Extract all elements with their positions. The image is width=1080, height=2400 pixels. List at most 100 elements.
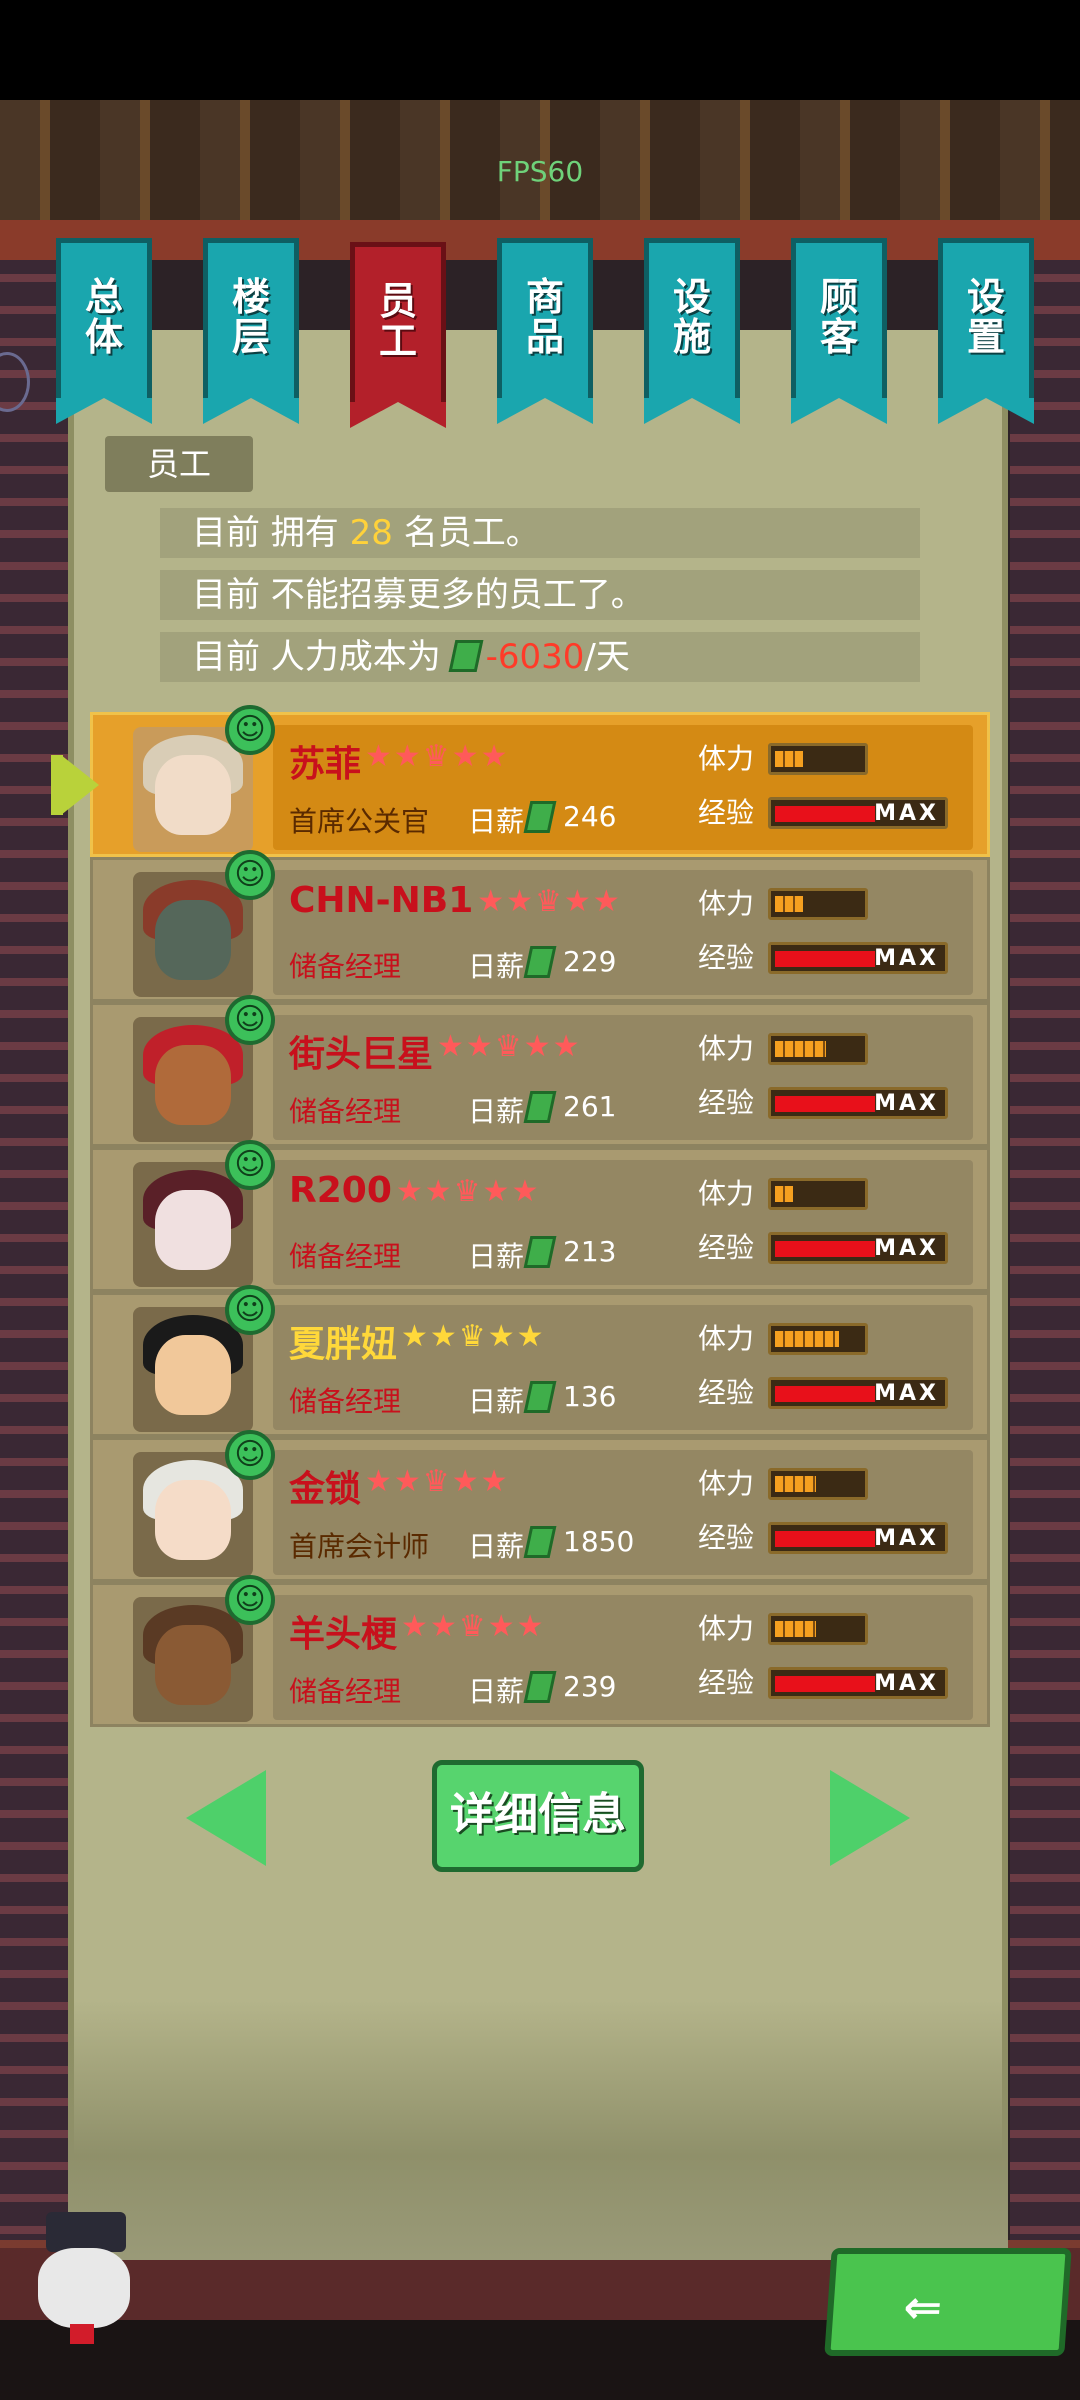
portrait-face (155, 755, 231, 835)
stamina-bar (768, 1178, 868, 1210)
staff-name: 羊头梗 (289, 1614, 398, 1655)
tab-label: 施 (672, 315, 711, 359)
staff-role: 首席公关官 (289, 805, 430, 838)
stamina-fill (775, 896, 803, 912)
stamina-label: 体力 (698, 1612, 755, 1645)
stamina-fill (775, 1041, 826, 1057)
stamina-fill (775, 1476, 816, 1492)
tab-customers[interactable]: 顾 客 (791, 238, 887, 424)
labor-cost-prefix: 目前 人力成本为 (192, 637, 452, 677)
stamina-bar (768, 1033, 868, 1065)
exp-bar: MAX (768, 1232, 948, 1264)
portrait-face (155, 1480, 231, 1560)
wage-value: 239 (563, 1670, 617, 1703)
exp-fill (775, 951, 875, 967)
tab-label: 工 (378, 319, 417, 363)
exp-label: 经验 (698, 1086, 755, 1119)
exp-max-label: MAX (874, 1091, 939, 1116)
tab-settings[interactable]: 设 置 (938, 238, 1034, 424)
mood-smiley-icon: ☺ (225, 1285, 275, 1335)
portrait-face (155, 1335, 231, 1415)
staff-row[interactable]: ☺ CHN-NB1 ★★♛★★ 储备经理 日薪 229 体力 经验 MAX (90, 850, 990, 1002)
mood-smiley-icon: ☺ (225, 1140, 275, 1190)
rank-stars: ★★♛★★ (401, 1609, 546, 1644)
stamina-label: 体力 (698, 1467, 755, 1500)
confirm-icon: ⇐ (901, 2280, 945, 2334)
tab-label: 层 (231, 315, 270, 359)
tab-label: 设 (966, 275, 1005, 319)
mood-smiley-icon: ☺ (225, 995, 275, 1045)
prev-page-button[interactable] (186, 1770, 266, 1866)
exp-label: 经验 (698, 1376, 755, 1409)
labor-cost-value: -6030 (485, 637, 585, 677)
rank-stars: ★★♛★★ (365, 739, 510, 774)
next-page-button[interactable] (830, 1770, 910, 1866)
tab-overview[interactable]: 总 体 (56, 238, 152, 424)
rank-stars: ★★♛★★ (477, 884, 622, 919)
exp-bar: MAX (768, 1377, 948, 1409)
exp-max-label: MAX (874, 1671, 939, 1696)
exp-fill (775, 806, 875, 822)
stamina-bar (768, 1468, 868, 1500)
staff-row[interactable]: ☺ 夏胖妞 ★★♛★★ 储备经理 日薪 136 体力 经验 MAX (90, 1285, 990, 1437)
exp-fill (775, 1676, 875, 1692)
frame-right-pillar (1010, 260, 1080, 2290)
stamina-bar (768, 743, 868, 775)
staff-row[interactable]: ☺ 羊头梗 ★★♛★★ 储备经理 日薪 239 体力 经验 MAX (90, 1575, 990, 1727)
portrait-face (155, 1625, 231, 1705)
staff-role: 首席会计师 (289, 1530, 430, 1563)
exp-bar: MAX (768, 797, 948, 829)
exp-max-label: MAX (874, 1381, 939, 1406)
portrait-face (155, 900, 231, 980)
staff-row[interactable]: ☺ R200 ★★♛★★ 储备经理 日薪 213 体力 经验 MAX (90, 1140, 990, 1292)
tab-label: 体 (84, 315, 123, 359)
stamina-fill (775, 1331, 839, 1347)
section-title: 员工 (105, 436, 253, 492)
mascot-avatar[interactable] (18, 2200, 148, 2360)
frame-left-pillar (0, 260, 70, 2290)
tab-label: 员 (378, 279, 417, 323)
staff-row[interactable]: ☺ 街头巨星 ★★♛★★ 储备经理 日薪 261 体力 经验 MAX (90, 995, 990, 1147)
money-icon (448, 640, 484, 672)
staff-role: 储备经理 (289, 1095, 402, 1128)
exp-label: 经验 (698, 796, 755, 829)
tab-label: 客 (819, 315, 858, 359)
stamina-bar (768, 1613, 868, 1645)
mood-smiley-icon: ☺ (225, 850, 275, 900)
tab-label: 品 (525, 315, 564, 359)
confirm-button[interactable]: ⇐ (824, 2248, 1072, 2356)
stamina-bar (768, 1323, 868, 1355)
portrait-face (155, 1190, 231, 1270)
panel-bottom-fade (68, 2000, 1008, 2260)
mascot-bowtie (70, 2324, 94, 2344)
wage-label: 日薪 (468, 1095, 525, 1128)
tab-staff[interactable]: 员 工 (350, 242, 446, 428)
wage-label: 日薪 (468, 1530, 525, 1563)
recruit-status-line: 目前 不能招募更多的员工了。 (160, 570, 920, 620)
wage-value: 261 (563, 1090, 617, 1123)
staff-name: 苏菲 (289, 744, 362, 785)
stamina-label: 体力 (698, 1322, 755, 1355)
tab-goods[interactable]: 商 品 (497, 238, 593, 424)
staff-row[interactable]: ☺ 金锁 ★★♛★★ 首席会计师 日薪 1850 体力 经验 MAX (90, 1430, 990, 1582)
mascot-hat (46, 2212, 126, 2252)
exp-fill (775, 1096, 875, 1112)
exp-bar: MAX (768, 1667, 948, 1699)
staff-name: R200 (289, 1170, 392, 1211)
staff-role: 储备经理 (289, 1240, 402, 1273)
staff-row[interactable]: ☺ 苏菲 ★★♛★★ 首席公关官 日薪 246 体力 经验 MAX (51, 705, 990, 857)
tab-label: 总 (84, 275, 123, 319)
staff-count-suffix: 名员工。 (392, 513, 540, 553)
staff-count-value: 28 (349, 513, 393, 553)
detail-button[interactable]: 详细信息 (432, 1760, 644, 1872)
staff-name: 街头巨星 (289, 1034, 434, 1075)
staff-role: 储备经理 (289, 1675, 402, 1708)
tab-facilities[interactable]: 设 施 (644, 238, 740, 424)
mascot-head (38, 2248, 130, 2328)
tab-label: 顾 (819, 275, 858, 319)
wage-value: 246 (563, 800, 617, 833)
staff-role: 储备经理 (289, 1385, 402, 1418)
exp-fill (775, 1531, 875, 1547)
tab-floors[interactable]: 楼 层 (203, 238, 299, 424)
mood-smiley-icon: ☺ (225, 705, 275, 755)
